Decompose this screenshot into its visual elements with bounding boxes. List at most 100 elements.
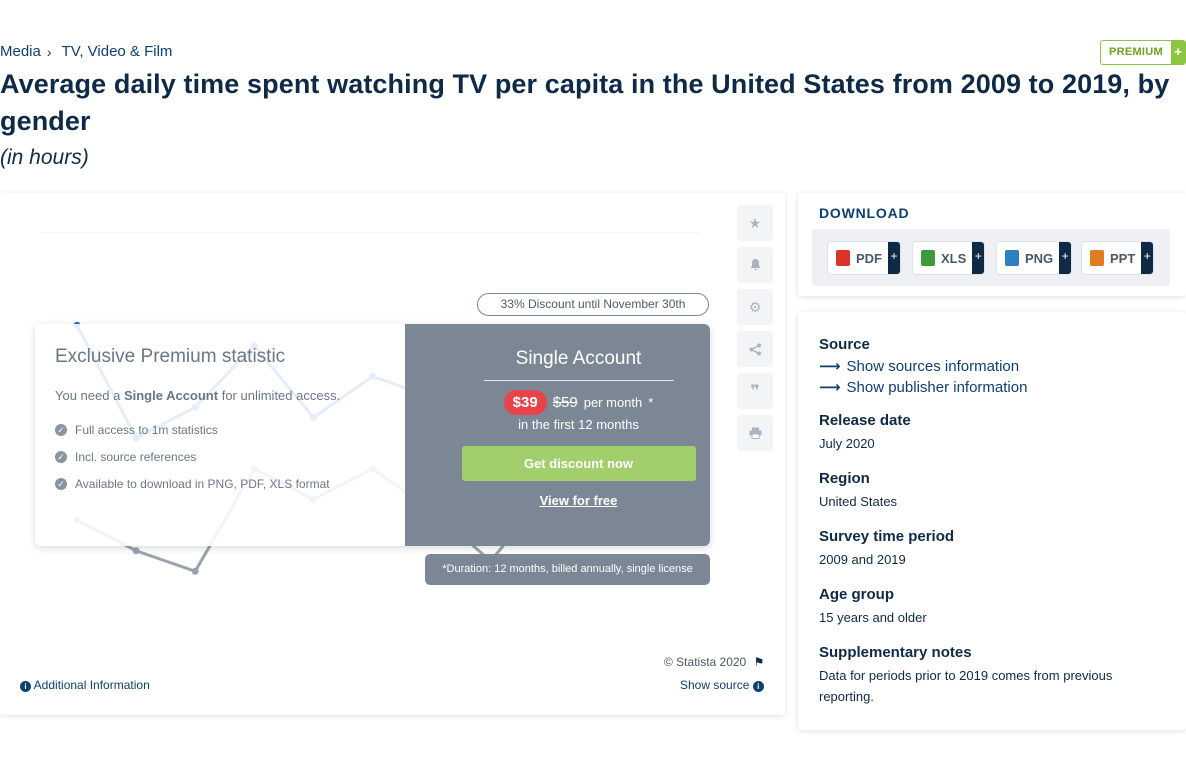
source-label: Source bbox=[819, 336, 870, 353]
download-ppt-button[interactable]: PPT + bbox=[1082, 242, 1154, 274]
release-date-label: Release date bbox=[819, 412, 911, 429]
age-group-block: Age group 15 years and older bbox=[819, 586, 1169, 628]
price-new: $39 bbox=[503, 390, 547, 415]
show-publisher-label: Show publisher information bbox=[846, 378, 1028, 396]
release-date-value: July 2020 bbox=[819, 436, 875, 451]
need-account: Single Account bbox=[123, 388, 219, 403]
download-heading: DOWNLOAD bbox=[819, 205, 910, 221]
statistic-details-card: Source ⟶ Show sources information ⟶ Show p… bbox=[798, 312, 1186, 730]
age-group-label: Age group bbox=[819, 586, 894, 603]
plus-icon: + bbox=[888, 242, 900, 274]
bell-icon bbox=[750, 259, 760, 271]
quote-icon: ❞ bbox=[750, 383, 760, 400]
arrow-right-icon: ⟶ bbox=[819, 358, 841, 375]
copyright: © Statista 2020 ⚑ bbox=[664, 655, 764, 669]
paywall-offer: Single Account $39 $59 per month * in th… bbox=[447, 324, 710, 546]
feature-text: Available to download in PNG, PDF, XLS f… bbox=[75, 477, 330, 491]
check-icon: ✓ bbox=[55, 424, 67, 436]
additional-info-link[interactable]: i Additional Information bbox=[20, 678, 150, 692]
download-pdf-label: PDF bbox=[856, 250, 882, 266]
supplementary-notes-label: Supplementary notes bbox=[819, 644, 972, 661]
need-prefix: You need a bbox=[55, 388, 121, 403]
notify-button[interactable] bbox=[737, 247, 773, 283]
show-sources-link[interactable]: ⟶ Show sources information bbox=[819, 357, 1169, 376]
survey-period-label: Survey time period bbox=[819, 528, 955, 545]
view-free-link[interactable]: View for free bbox=[447, 493, 710, 508]
arrow-right-icon: ⟶ bbox=[819, 379, 841, 396]
show-publisher-link[interactable]: ⟶ Show publisher information bbox=[819, 378, 1169, 397]
region-value: United States bbox=[819, 494, 898, 509]
info-icon: i bbox=[752, 681, 764, 692]
additional-info-label: Additional Information bbox=[33, 678, 150, 692]
check-icon: ✓ bbox=[55, 478, 67, 490]
print-button[interactable] bbox=[737, 415, 773, 451]
feature-item: ✓ Available to download in PNG, PDF, XLS … bbox=[55, 477, 395, 491]
release-date-block: Release date July 2020 bbox=[819, 412, 1169, 454]
download-png-label: PNG bbox=[1025, 250, 1054, 266]
download-png-button[interactable]: PNG + bbox=[997, 242, 1072, 274]
download-pdf-button[interactable]: PDF + bbox=[828, 242, 900, 274]
breadcrumb-item-media[interactable]: Media bbox=[0, 43, 41, 60]
paywall-left-title: Exclusive Premium statistic bbox=[55, 346, 286, 367]
divider bbox=[483, 380, 674, 381]
info-icon: i bbox=[20, 681, 31, 692]
price-row: $39 $59 per month * bbox=[447, 390, 710, 415]
premium-badge[interactable]: PREMIUM + bbox=[1099, 40, 1186, 65]
feature-list: ✓ Full access to 1m statistics ✓ Incl. sou… bbox=[55, 423, 395, 491]
feature-item: ✓ Full access to 1m statistics bbox=[55, 423, 395, 437]
page-subtitle: (in hours) bbox=[0, 146, 89, 169]
download-xls-label: XLS bbox=[941, 250, 967, 266]
breadcrumb-item-tv-video-film[interactable]: TV, Video & Film bbox=[62, 43, 173, 60]
download-pdf-body: PDF bbox=[828, 242, 888, 274]
discount-pill: 33% Discount until November 30th bbox=[477, 293, 709, 316]
breadcrumb-separator: › bbox=[46, 43, 52, 60]
print-icon bbox=[749, 427, 761, 439]
price-asterisk: * bbox=[648, 395, 654, 410]
share-button[interactable] bbox=[737, 331, 773, 367]
price-old: $59 bbox=[552, 394, 578, 411]
cite-button[interactable]: ❞ bbox=[737, 373, 773, 409]
supplementary-notes-value: Data for periods prior to 2019 comes fro… bbox=[819, 668, 1113, 704]
favorite-button[interactable]: ★ bbox=[737, 205, 773, 241]
need-suffix: for unlimited access. bbox=[221, 388, 341, 403]
share-icon bbox=[749, 343, 761, 355]
feature-text: Full access to 1m statistics bbox=[75, 423, 218, 437]
download-xls-body: XLS bbox=[913, 242, 972, 274]
plus-icon: + bbox=[1059, 242, 1072, 274]
feature-text: Incl. source references bbox=[75, 450, 197, 464]
get-discount-button[interactable]: Get discount now bbox=[461, 446, 696, 481]
premium-plus-icon: + bbox=[1171, 41, 1185, 64]
gear-icon: ⚙ bbox=[748, 298, 762, 315]
survey-period-value: 2009 and 2019 bbox=[819, 552, 906, 567]
show-source-link[interactable]: Show source i bbox=[680, 678, 764, 692]
source-block: Source ⟶ Show sources information ⟶ Show p… bbox=[819, 336, 1169, 396]
copyright-text: © Statista 2020 bbox=[664, 655, 747, 669]
supplementary-notes-block: Supplementary notes Data for periods pri… bbox=[819, 644, 1169, 707]
png-file-icon bbox=[1005, 250, 1019, 266]
xls-file-icon bbox=[921, 250, 935, 266]
feature-item: ✓ Incl. source references bbox=[55, 450, 395, 464]
region-block: Region United States bbox=[819, 470, 1169, 512]
ppt-file-icon bbox=[1090, 250, 1104, 266]
download-png-body: PNG bbox=[997, 242, 1059, 274]
download-xls-button[interactable]: XLS + bbox=[913, 242, 985, 274]
premium-paywall: Exclusive Premium statistic You need a S… bbox=[35, 324, 710, 546]
data-point bbox=[132, 547, 140, 555]
region-label: Region bbox=[819, 470, 870, 487]
settings-button[interactable]: ⚙ bbox=[737, 289, 773, 325]
download-ppt-body: PPT bbox=[1082, 242, 1141, 274]
check-icon: ✓ bbox=[55, 451, 67, 463]
show-source-label: Show source bbox=[680, 678, 750, 692]
paywall-info: Exclusive Premium statistic You need a S… bbox=[55, 346, 395, 504]
chart-toolbar: ★ ⚙ ❞ bbox=[737, 205, 773, 451]
flag-icon[interactable]: ⚑ bbox=[754, 655, 765, 669]
page-title: Average daily time spent watching TV per… bbox=[0, 69, 1170, 136]
pdf-file-icon bbox=[836, 250, 850, 266]
paywall-need-text: You need a Single Account for unlimited … bbox=[55, 388, 395, 403]
age-group-value: 15 years and older bbox=[819, 610, 927, 625]
duration-note: *Duration: 12 months, billed annually, s… bbox=[425, 554, 710, 585]
per-month: per month bbox=[583, 395, 643, 410]
breadcrumb: Media › TV, Video & Film bbox=[0, 43, 172, 60]
download-tray: PDF + XLS + PNG + PPT + bbox=[812, 229, 1170, 286]
plus-icon: + bbox=[1141, 242, 1154, 274]
